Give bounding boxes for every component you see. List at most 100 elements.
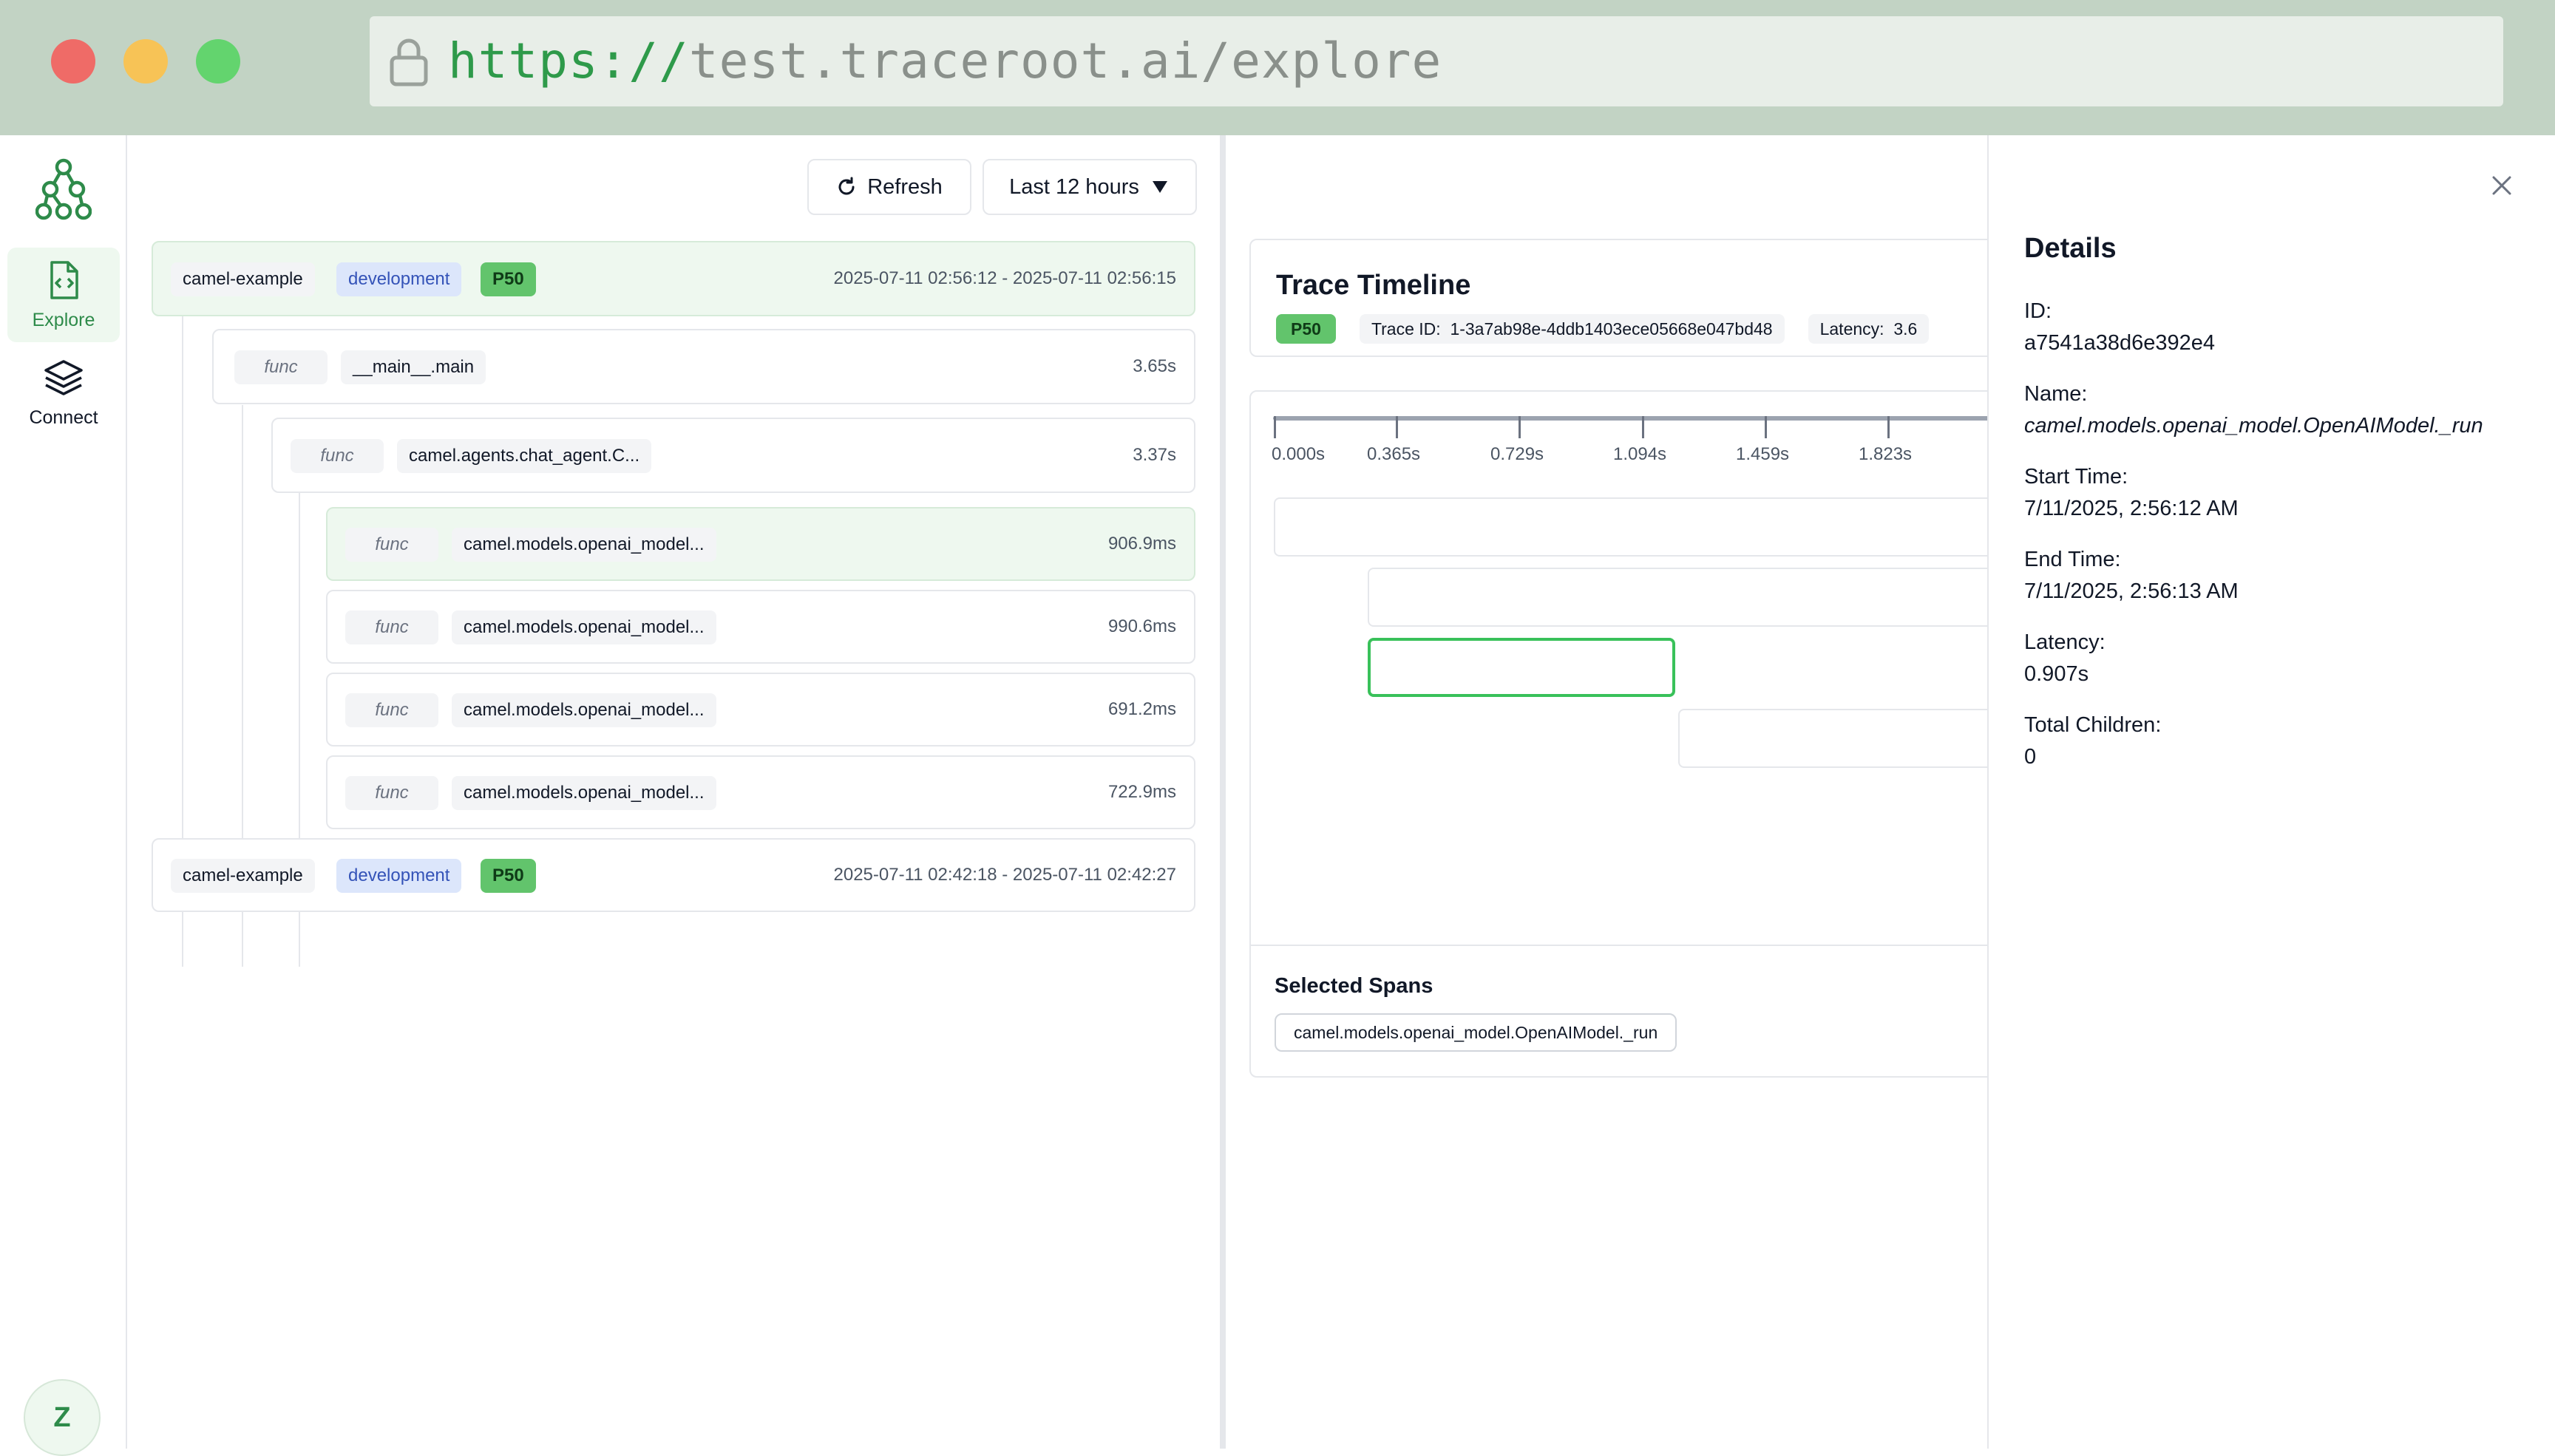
axis-tick xyxy=(1642,416,1644,438)
timeline-span-bar[interactable] xyxy=(1274,497,1987,557)
span-name: camel.models.openai_model... xyxy=(452,528,716,562)
axis-tick xyxy=(1396,416,1398,438)
trace-time-range: 2025-07-11 02:42:18 - 2025-07-11 02:42:2… xyxy=(833,865,1176,885)
span-row[interactable]: func __main__.main 3.65s xyxy=(212,329,1195,404)
axis-tick-label: 1.094s xyxy=(1613,444,1667,464)
time-range-select[interactable]: Last 12 hours xyxy=(983,159,1197,215)
span-row[interactable]: func camel.models.openai_model... 722.9m… xyxy=(326,755,1195,829)
span-row[interactable]: func camel.models.openai_model... 691.2m… xyxy=(326,673,1195,746)
timeline-meta: P50 Trace ID: 1-3a7ab98e-4ddb1403ece05668… xyxy=(1276,314,1952,344)
details-title: Details xyxy=(2024,233,2117,264)
percentile-badge: P50 xyxy=(481,262,536,296)
timeline-span-bar[interactable] xyxy=(1368,568,1987,627)
trace-row[interactable]: camel-example development P50 2025-07-11… xyxy=(152,241,1195,316)
details-panel: Details ID: a7541a38d6e392e4 Name: camel… xyxy=(1987,135,2555,1449)
span-duration: 906.9ms xyxy=(1107,534,1176,554)
span-kind-badge: func xyxy=(345,610,438,644)
environment-badge: development xyxy=(336,859,462,893)
axis-tick-label: 1.459s xyxy=(1736,444,1790,464)
caret-down-icon xyxy=(1152,181,1167,193)
environment-badge: development xyxy=(336,262,462,296)
trace-id-value: 1-3a7ab98e-4ddb1403ece05668e047bd48 xyxy=(1450,319,1773,339)
axis-tick xyxy=(1765,416,1767,438)
refresh-button[interactable]: Refresh xyxy=(807,159,971,215)
span-kind-badge: func xyxy=(345,776,438,810)
percentile-badge: P50 xyxy=(481,859,536,893)
span-kind-badge: func xyxy=(345,693,438,727)
detail-value-start-time: 7/11/2025, 2:56:12 AM xyxy=(2024,497,2239,520)
url-host: test.traceroot.ai/explore xyxy=(688,33,1442,89)
timeline-header-card: Trace Timeline P50 Trace ID: 1-3a7ab98e-4… xyxy=(1249,239,1987,357)
axis-tick xyxy=(1519,416,1521,438)
close-icon[interactable] xyxy=(2490,174,2514,197)
window-minimize-button[interactable] xyxy=(123,39,168,84)
span-duration: 722.9ms xyxy=(1107,782,1176,802)
detail-value-latency: 0.907s xyxy=(2024,662,2089,686)
span-duration: 990.6ms xyxy=(1107,616,1176,636)
latency-badge: Latency: 3.6 xyxy=(1808,314,1930,344)
browser-chrome: https://test.traceroot.ai/explore xyxy=(0,0,2555,135)
time-range-value: Last 12 hours xyxy=(1009,174,1139,199)
span-kind-badge: func xyxy=(345,528,438,562)
timeline-axis xyxy=(1273,416,1987,421)
span-name: camel.agents.chat_agent.C... xyxy=(397,439,652,473)
trace-id-label: Trace ID: xyxy=(1371,319,1441,339)
span-row-selected[interactable]: func camel.models.openai_model... 906.9m… xyxy=(326,507,1195,581)
axis-tick-label: 0.000s xyxy=(1272,444,1326,464)
panel-resize-handle[interactable] xyxy=(1220,135,1226,1449)
detail-label-name: Name: xyxy=(2024,382,2088,406)
service-name: camel-example xyxy=(171,262,315,296)
refresh-icon xyxy=(838,177,855,195)
service-name: camel-example xyxy=(171,859,315,893)
app-window: Explore Connect Z Refresh Last 12 hours xyxy=(0,135,2555,1456)
traceroot-logo-icon xyxy=(35,158,92,220)
trace-time-range: 2025-07-11 02:56:12 - 2025-07-11 02:56:1… xyxy=(833,268,1176,288)
span-duration: 691.2ms xyxy=(1107,699,1176,719)
latency-value: 3.6 xyxy=(1893,319,1918,339)
trace-timeline-panel: Trace Timeline P50 Trace ID: 1-3a7ab98e-4… xyxy=(1226,135,1987,1449)
refresh-label: Refresh xyxy=(867,174,943,199)
timeline-separator xyxy=(1249,945,1987,946)
axis-tick-label: 0.365s xyxy=(1367,444,1421,464)
sidebar: Explore Connect Z xyxy=(0,135,127,1456)
selected-span-chip[interactable]: camel.models.openai_model.OpenAIModel._r… xyxy=(1275,1013,1677,1052)
detail-label-id: ID: xyxy=(2024,299,2052,323)
axis-tick-label: 1.823s xyxy=(1859,444,1913,464)
detail-label-end-time: End Time: xyxy=(2024,548,2121,571)
span-name: camel.models.openai_model... xyxy=(452,693,716,727)
lock-icon xyxy=(390,38,428,86)
window-maximize-button[interactable] xyxy=(196,39,240,84)
span-row[interactable]: func camel.agents.chat_agent.C... 3.37s xyxy=(271,418,1195,493)
sidebar-item-connect[interactable]: Connect xyxy=(7,345,120,440)
span-row[interactable]: func camel.models.openai_model... 990.6m… xyxy=(326,590,1195,664)
trace-row[interactable]: camel-example development P50 2025-07-11… xyxy=(152,838,1195,912)
file-code-icon xyxy=(50,261,78,299)
sidebar-item-explore[interactable]: Explore xyxy=(7,248,120,342)
window-close-button[interactable] xyxy=(51,39,95,84)
span-name: camel.models.openai_model... xyxy=(452,610,716,644)
sidebar-item-label: Connect xyxy=(29,407,98,428)
detail-value-total-children: 0 xyxy=(2024,745,2037,769)
detail-value-id: a7541a38d6e392e4 xyxy=(2024,331,2216,355)
span-kind-badge: func xyxy=(291,439,384,473)
span-name: camel.models.openai_model... xyxy=(452,776,716,810)
address-bar[interactable]: https://test.traceroot.ai/explore xyxy=(370,16,2503,106)
timeline-span-bar-selected[interactable] xyxy=(1368,638,1675,697)
axis-tick xyxy=(1887,416,1890,438)
span-kind-badge: func xyxy=(234,350,328,384)
timeline-span-bar[interactable] xyxy=(1678,709,1987,768)
sidebar-item-label: Explore xyxy=(32,310,95,330)
axis-tick xyxy=(1274,416,1276,438)
span-name: __main__.main xyxy=(341,350,486,384)
timeline-title: Trace Timeline xyxy=(1276,270,1471,301)
user-avatar[interactable]: Z xyxy=(24,1379,101,1456)
span-duration: 3.65s xyxy=(1133,356,1176,376)
percentile-badge: P50 xyxy=(1276,314,1336,344)
layers-icon xyxy=(44,360,83,395)
trace-id-badge[interactable]: Trace ID: 1-3a7ab98e-4ddb1403ece05668e04… xyxy=(1359,314,1785,344)
detail-value-name: camel.models.openai_model.OpenAIModel._r… xyxy=(2024,414,2483,438)
detail-value-end-time: 7/11/2025, 2:56:13 AM xyxy=(2024,579,2239,603)
trace-list-panel: Refresh Last 12 hours camel-example deve… xyxy=(127,135,1220,1449)
axis-tick-label: 0.729s xyxy=(1490,444,1544,464)
detail-label-latency: Latency: xyxy=(2024,630,2106,654)
